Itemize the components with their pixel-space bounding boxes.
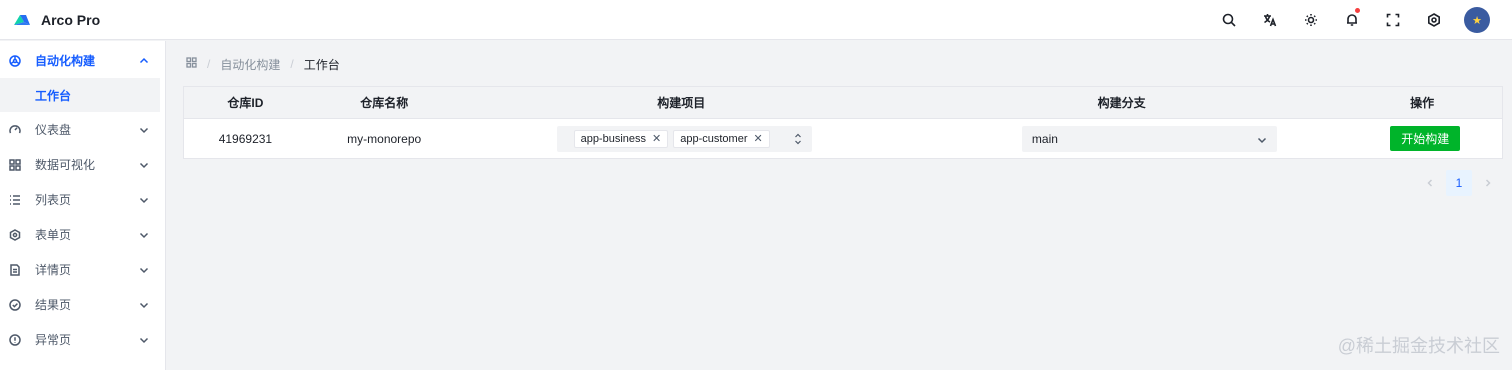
sidebar-item-label: 列表页 xyxy=(35,193,72,207)
sidebar-subitem-workbench[interactable]: 工作台 xyxy=(0,78,160,112)
page-1-button[interactable]: 1 xyxy=(1446,170,1472,196)
apps-icon[interactable] xyxy=(186,57,197,71)
form-icon xyxy=(8,228,22,242)
breadcrumb-separator: / xyxy=(207,57,211,71)
project-tag-label: app-business xyxy=(580,132,647,145)
pagination: 1 xyxy=(1418,170,1504,196)
avatar[interactable]: ★ xyxy=(1464,7,1490,33)
header-repo-id: 仓库ID xyxy=(227,96,264,110)
chevron-up-icon xyxy=(139,55,149,65)
search-icon xyxy=(1222,13,1236,27)
sidebar-item-dashboard[interactable]: 仪表盘 xyxy=(0,112,165,147)
language-button[interactable] xyxy=(1256,6,1284,34)
build-table: 仓库ID 仓库名称 构建项目 构建分支 操作 41969231 my-monor… xyxy=(183,86,1503,159)
sidebar-item-detail[interactable]: 详情页 xyxy=(0,252,165,287)
grid-icon xyxy=(8,158,22,172)
header-action: 操作 xyxy=(1410,96,1435,110)
settings-button[interactable] xyxy=(1420,6,1448,34)
sidebar-item-automation-build[interactable]: 自动化构建 xyxy=(0,43,165,78)
fullscreen-icon xyxy=(1386,13,1400,27)
watermark: @稀土掘金技术社区 xyxy=(1337,336,1500,356)
detail-icon xyxy=(8,263,22,277)
sidebar-item-list[interactable]: 列表页 xyxy=(0,182,165,217)
close-icon[interactable]: ✕ xyxy=(652,132,661,145)
dashboard-icon xyxy=(8,123,22,137)
sidebar-item-label: 仪表盘 xyxy=(35,123,72,137)
table-header: 仓库ID 仓库名称 构建项目 构建分支 操作 xyxy=(183,86,1503,119)
branch-select-value: main xyxy=(1031,131,1058,146)
sidebar-item-label: 表单页 xyxy=(35,228,72,242)
project-tag-label: app-customer xyxy=(680,132,748,145)
bell-icon xyxy=(1347,14,1357,26)
header-build-projects: 构建项目 xyxy=(657,96,706,110)
translate-icon xyxy=(1264,14,1277,27)
branch-select[interactable]: main xyxy=(1021,125,1277,152)
search-button[interactable] xyxy=(1215,6,1243,34)
notification-dot xyxy=(1355,8,1360,13)
chevron-down-icon xyxy=(139,334,149,344)
cell-build-branch: main xyxy=(901,125,1342,152)
top-header: Arco Pro ★ xyxy=(0,0,1512,40)
project-tag: app-business ✕ xyxy=(573,129,669,148)
cell-repo-name: my-monorepo xyxy=(347,131,422,146)
breadcrumb-separator: / xyxy=(290,57,294,71)
chevron-down-icon xyxy=(139,159,149,169)
app-title: Arco Pro xyxy=(41,11,101,28)
sidebar-item-label: 详情页 xyxy=(35,263,72,277)
theme-toggle-button[interactable] xyxy=(1297,6,1325,34)
logo[interactable]: Arco Pro xyxy=(12,12,100,28)
sidebar-item-label: 结果页 xyxy=(35,298,72,312)
chevron-down-icon xyxy=(139,299,149,309)
theme-icon xyxy=(1305,14,1317,26)
sidebar-item-result[interactable]: 结果页 xyxy=(0,287,165,322)
chevron-down-icon xyxy=(139,124,149,134)
chevron-down-icon xyxy=(139,194,149,204)
arco-logo-icon xyxy=(14,14,30,25)
sidebar-item-label: 自动化构建 xyxy=(35,54,96,68)
check-circle-icon xyxy=(8,298,22,312)
table-row: 41969231 my-monorepo app-business ✕ app-… xyxy=(183,119,1503,159)
header-repo-name: 仓库名称 xyxy=(360,96,409,110)
breadcrumb-parent[interactable]: 自动化构建 xyxy=(220,56,280,73)
close-icon[interactable]: ✕ xyxy=(754,132,763,145)
up-down-arrow-icon xyxy=(794,132,802,146)
build-icon xyxy=(8,54,22,68)
cell-build-projects: app-business ✕ app-customer ✕ xyxy=(462,125,901,152)
chevron-down-icon xyxy=(139,229,149,239)
chevron-down-icon xyxy=(139,264,149,274)
sidebar: 自动化构建 工作台 仪表盘 数据可视化 列表页 表单页 详情页 结果页 异常页 xyxy=(0,41,166,370)
cell-action: 开始构建 xyxy=(1342,126,1502,151)
projects-multiselect[interactable]: app-business ✕ app-customer ✕ xyxy=(556,125,812,152)
chevron-right-icon xyxy=(1485,179,1491,187)
next-page-button[interactable] xyxy=(1476,171,1500,195)
breadcrumb: / 自动化构建 / 工作台 xyxy=(186,56,340,72)
sidebar-item-label: 异常页 xyxy=(35,333,72,347)
sidebar-item-visualization[interactable]: 数据可视化 xyxy=(0,147,165,182)
start-build-button[interactable]: 开始构建 xyxy=(1390,126,1461,151)
sidebar-item-label: 数据可视化 xyxy=(35,158,96,172)
sidebar-item-exception[interactable]: 异常页 xyxy=(0,322,165,357)
settings-icon xyxy=(1428,13,1440,27)
chevron-down-icon xyxy=(1257,134,1267,144)
cell-repo-id: 41969231 xyxy=(218,131,273,146)
list-icon xyxy=(8,193,22,207)
project-tag: app-customer ✕ xyxy=(673,129,770,148)
breadcrumb-current: 工作台 xyxy=(303,57,340,72)
chevron-left-icon xyxy=(1427,179,1433,187)
prev-page-button[interactable] xyxy=(1418,171,1442,195)
header-build-branch: 构建分支 xyxy=(1097,96,1146,110)
exclamation-icon xyxy=(8,333,22,347)
notification-button[interactable] xyxy=(1338,6,1366,34)
sidebar-item-form[interactable]: 表单页 xyxy=(0,217,165,252)
fullscreen-button[interactable] xyxy=(1379,6,1407,34)
